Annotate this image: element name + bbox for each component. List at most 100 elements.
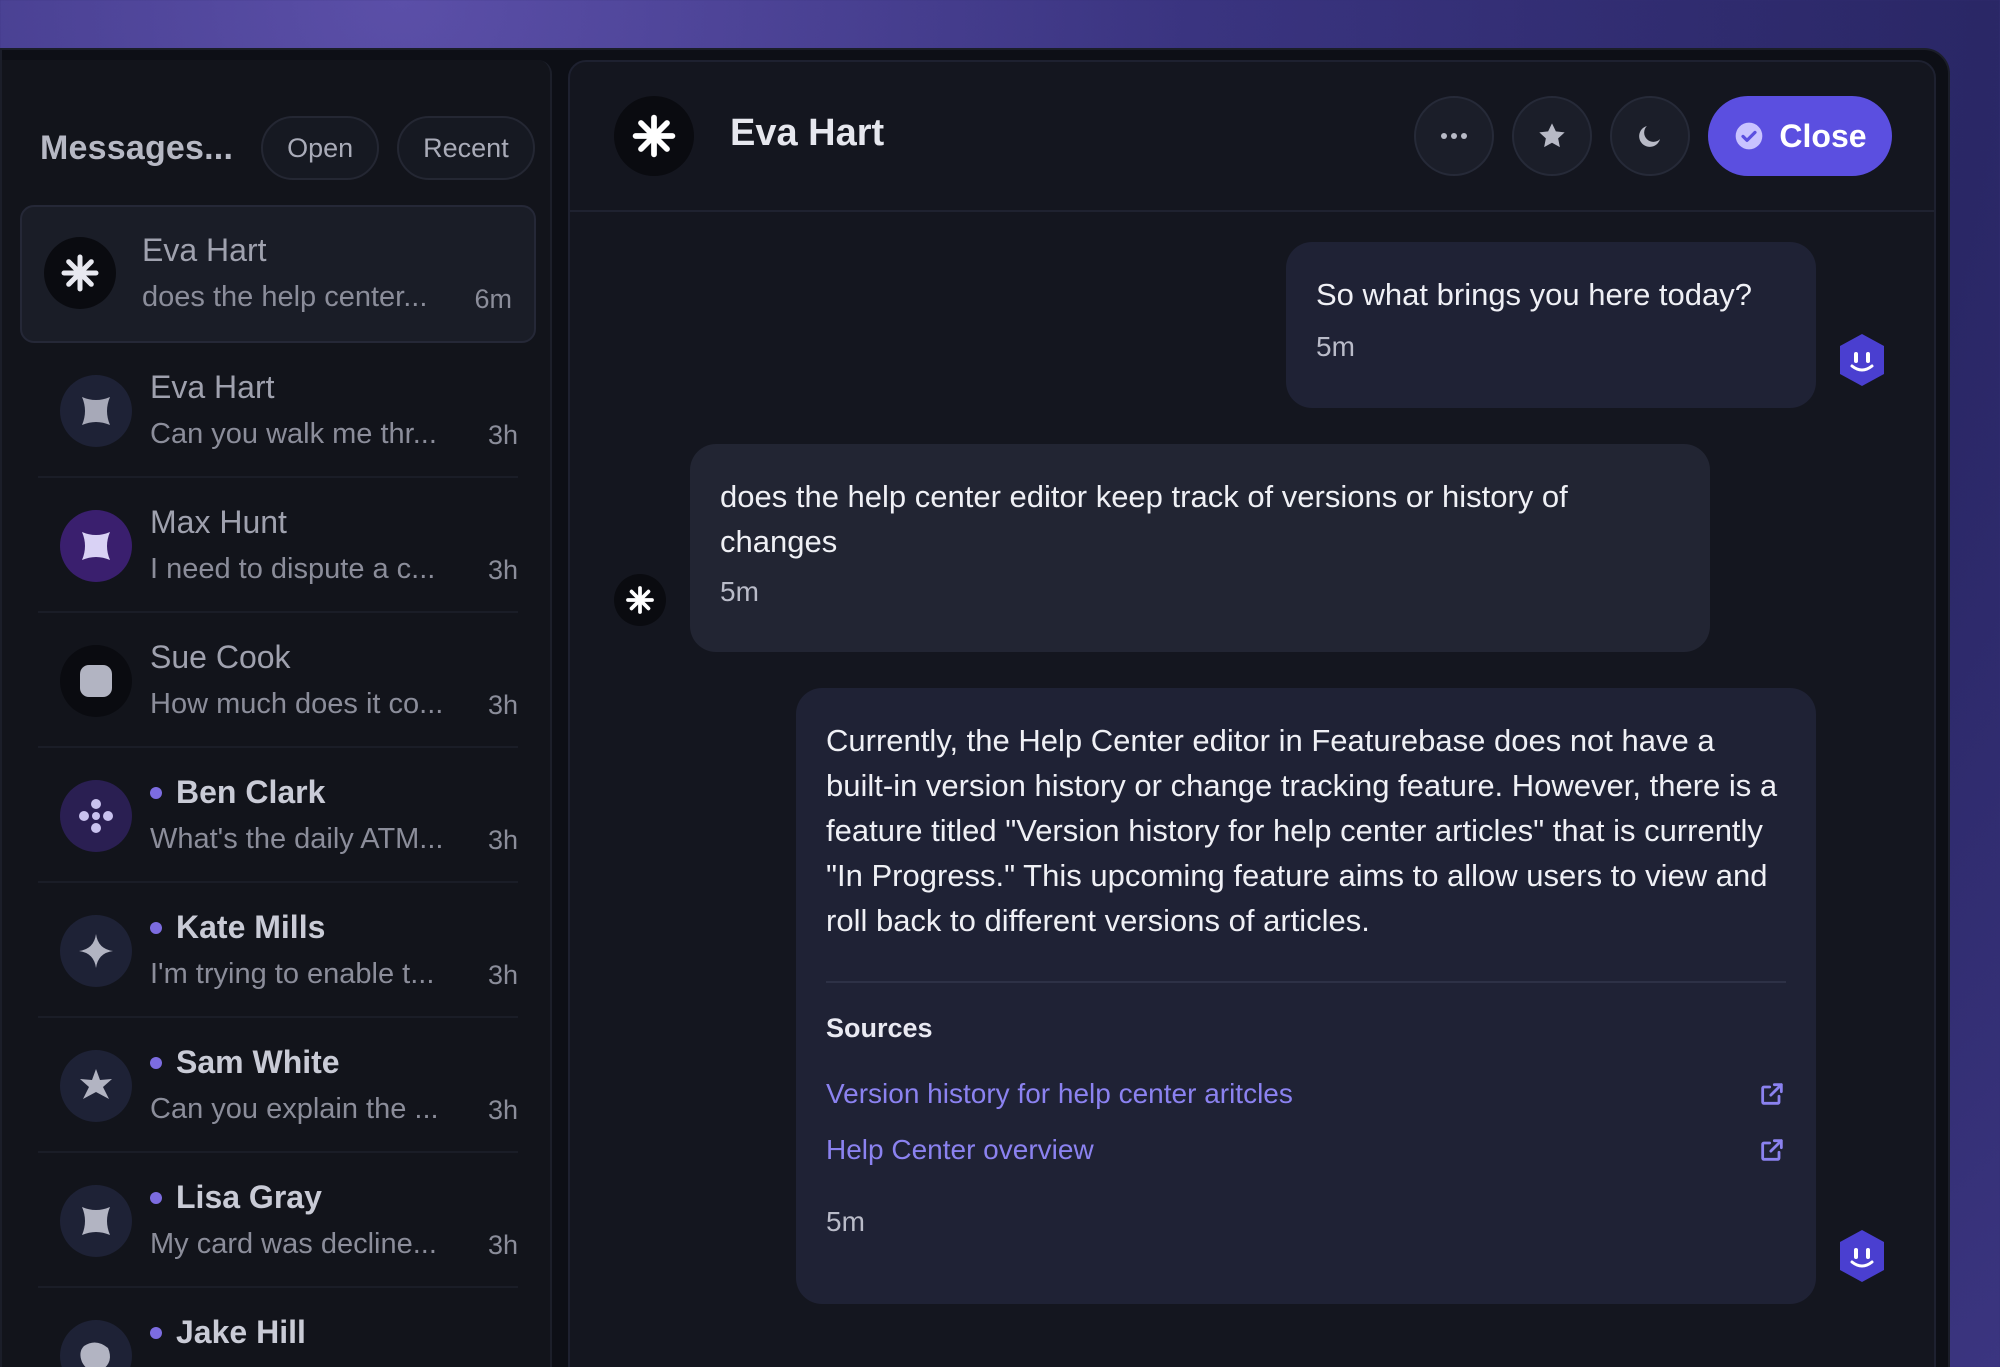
agent-message: So what brings you here today? 5m <box>1286 242 1816 408</box>
conversation-sidebar: Messages... Open Recent Eva Hart does th… <box>2 60 552 1367</box>
conversation-preview: What's the daily ATM... <box>150 823 444 855</box>
conversation-preview: Can you explain the ... <box>150 1093 439 1125</box>
agent-message: Currently, the Help Center editor in Fea… <box>796 688 1816 1304</box>
conversation-name: Sue Cook <box>150 639 291 675</box>
avatar <box>60 780 132 852</box>
asterisk-icon <box>632 114 676 158</box>
conversation-time: 3h <box>487 960 518 990</box>
x-blob-icon <box>82 532 110 560</box>
star-button[interactable] <box>1512 96 1592 176</box>
conversation-item[interactable]: Ben Clark What's the daily ATM... 3h <box>38 748 518 883</box>
sidebar-header: Messages... Open Recent <box>40 115 535 181</box>
avatar <box>60 915 132 987</box>
moon-icon <box>1639 126 1660 147</box>
conversation-time: 3h <box>487 420 518 450</box>
conversation-name-text: Jake Hill <box>176 1314 306 1350</box>
star-icon <box>1539 123 1565 148</box>
source-link[interactable]: Help Center overview <box>826 1122 1786 1178</box>
conversation-name: Max Hunt <box>150 504 287 540</box>
blob-icon <box>80 1342 110 1367</box>
x-blob-icon <box>82 397 110 425</box>
conversation-name: Lisa Gray <box>150 1179 322 1216</box>
user-message: does the help center editor keep track o… <box>690 444 1710 652</box>
conversation-list: Eva Hart does the help center... 6m Eva … <box>20 205 536 1367</box>
conversation-time: 3h <box>487 690 518 720</box>
avatar <box>60 1320 132 1367</box>
external-link-icon[interactable] <box>1758 1080 1786 1108</box>
conversation-item[interactable]: Eva Hart does the help center... 6m <box>20 205 536 343</box>
user-avatar <box>614 574 666 626</box>
conversation-name: Jake Hill <box>150 1314 306 1351</box>
app-window: Messages... Open Recent Eva Hart does th… <box>0 48 1950 1367</box>
ellipsis-icon <box>1441 133 1467 139</box>
conversation-name-text: Ben Clark <box>176 774 326 810</box>
source-link-text[interactable]: Version history for help center aritcles <box>826 1078 1293 1110</box>
conversation-preview: My card was decline... <box>150 1228 437 1260</box>
message-text: does the help center editor keep track o… <box>720 479 1568 559</box>
conversation-item[interactable]: Lisa Gray My card was decline... 3h <box>38 1153 518 1288</box>
divider <box>826 981 1786 983</box>
avatar <box>60 510 132 582</box>
avatar <box>44 237 116 309</box>
avatar <box>60 1050 132 1122</box>
message-text: Currently, the Help Center editor in Fea… <box>826 723 1778 938</box>
conversation-preview: does the help center... <box>142 281 428 313</box>
source-link[interactable]: Version history for help center aritcles <box>826 1066 1786 1122</box>
conversation-item[interactable]: Eva Hart Can you walk me thr... 3h <box>38 343 518 478</box>
dots-cross-icon <box>79 799 113 833</box>
unread-dot <box>150 921 162 934</box>
conversation-preview: How much does it co... <box>150 688 444 720</box>
filter-open-button[interactable]: Open <box>261 116 380 180</box>
conversation-name: Ben Clark <box>150 774 325 811</box>
contact-name: Eva Hart <box>730 112 885 154</box>
conversation-item[interactable]: Sue Cook How much does it co... 3h <box>38 613 518 748</box>
close-label: Close <box>1779 117 1867 154</box>
conversation-name: Sam White <box>150 1044 340 1081</box>
conversation-time: 3h <box>487 825 518 855</box>
close-conversation-button[interactable]: Close <box>1708 96 1892 176</box>
avatar <box>60 645 132 717</box>
more-options-button[interactable] <box>1414 96 1494 176</box>
conversation-item[interactable]: Jake Hill <box>38 1288 518 1367</box>
message-time: 5m <box>1316 331 1355 362</box>
unread-dot <box>150 1191 162 1204</box>
conversation-time: 3h <box>487 1095 518 1125</box>
conversation-preview: I'm trying to enable t... <box>150 958 435 990</box>
message-time: 5m <box>826 1206 865 1237</box>
filter-recent-button[interactable]: Recent <box>397 116 535 180</box>
conversation-name: Eva Hart <box>150 369 275 405</box>
conversation-item[interactable]: Sam White Can you explain the ... 3h <box>38 1018 518 1153</box>
unread-dot <box>150 1056 162 1069</box>
asterisk-icon <box>626 586 654 614</box>
conversation-time: 3h <box>487 555 518 585</box>
conversation-preview: Can you walk me thr... <box>150 418 437 450</box>
sparkle-icon <box>79 934 113 968</box>
conversation-name: Kate Mills <box>150 909 325 946</box>
conversation-name: Eva Hart <box>142 232 267 268</box>
unread-dot <box>150 786 162 799</box>
sidebar-title: Messages... <box>40 128 234 167</box>
conversation-item[interactable]: Max Hunt I need to dispute a c... 3h <box>38 478 518 613</box>
chat-header: Eva Hart Close <box>570 62 1934 212</box>
conversation-name-text: Kate Mills <box>176 909 326 945</box>
message-time: 5m <box>720 576 759 607</box>
avatar <box>60 375 132 447</box>
avatar <box>60 1185 132 1257</box>
conversation-time: 6m <box>474 284 512 314</box>
conversation-item[interactable]: Kate Mills I'm trying to enable t... 3h <box>38 883 518 1018</box>
star6-icon <box>80 1069 112 1099</box>
unread-dot <box>150 1326 162 1339</box>
x-blob-icon <box>82 1207 110 1235</box>
conversation-time: 3h <box>487 1230 518 1260</box>
external-link-icon[interactable] <box>1758 1136 1786 1164</box>
asterisk-icon <box>61 254 99 292</box>
chat-panel: Eva Hart Close So what brings you here t… <box>568 60 1936 1367</box>
conversation-name-text: Lisa Gray <box>176 1179 322 1215</box>
message-text: So what brings you here today? <box>1316 277 1752 312</box>
bot-avatar-icon <box>1840 1230 1884 1282</box>
conversation-name-text: Sam White <box>176 1044 340 1080</box>
snooze-button[interactable] <box>1610 96 1690 176</box>
source-link-text[interactable]: Help Center overview <box>826 1134 1094 1166</box>
sources-title: Sources <box>826 1013 933 1043</box>
check-circle-icon <box>1736 122 1763 150</box>
